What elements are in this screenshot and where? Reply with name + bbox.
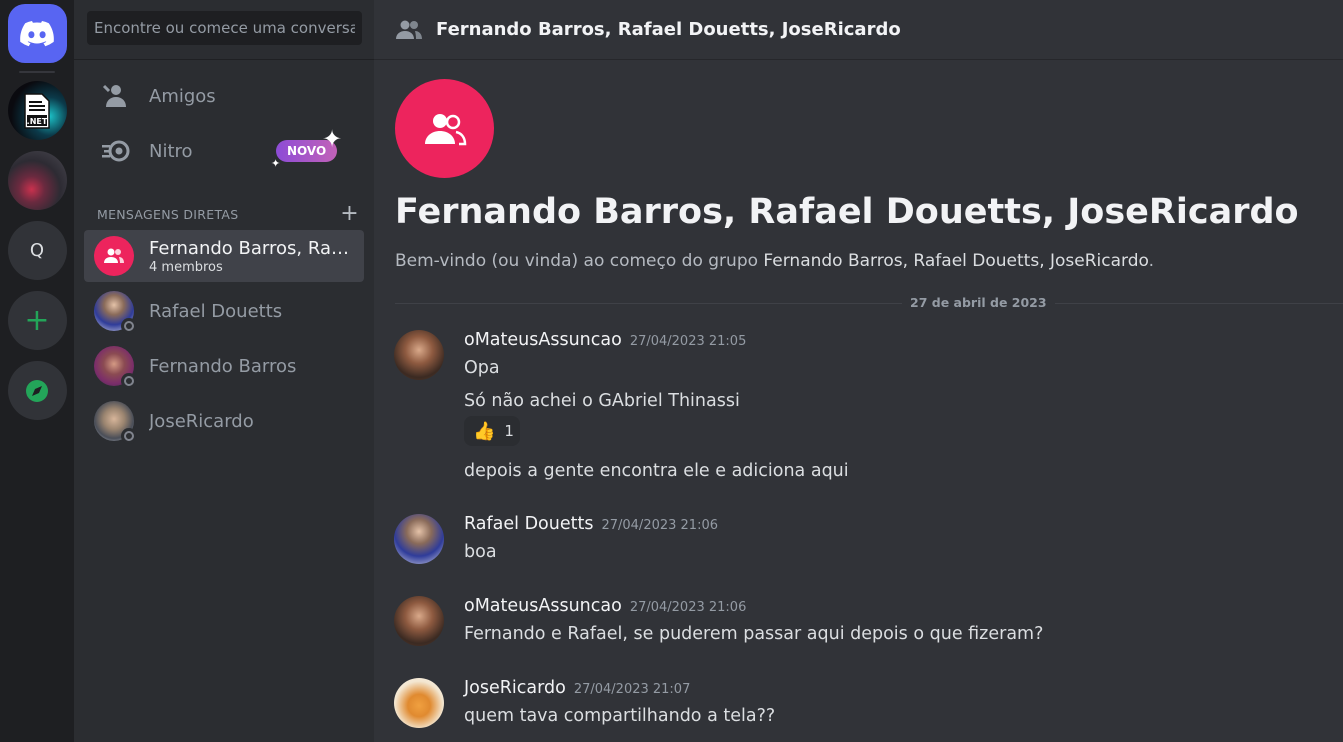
timestamp: 27/04/2023 21:06: [601, 518, 718, 533]
compass-icon: [26, 379, 48, 402]
message-text: Fernando e Rafael, se puderem passar aqu…: [464, 624, 1044, 644]
sparkle-icon: ✦: [322, 125, 343, 153]
avatar: [94, 401, 137, 444]
dm-item-fernando[interactable]: Fernando Barros: [84, 340, 364, 392]
welcome-prefix: Bem-vindo (ou vinda) ao começo do grupo: [395, 251, 764, 271]
plus-icon: +: [24, 302, 50, 338]
message-header: JoseRicardo 27/04/2023 21:07: [464, 678, 690, 698]
server-photo[interactable]: [7, 151, 67, 210]
author-name[interactable]: Rafael Douetts: [464, 514, 593, 534]
author-name[interactable]: oMateusAssuncao: [464, 596, 622, 616]
welcome-title: Fernando Barros, Rafael Douetts, JoseRic…: [395, 192, 1299, 232]
avatar: [94, 346, 137, 389]
offline-status-icon: [121, 318, 137, 334]
author-name[interactable]: oMateusAssuncao: [464, 330, 622, 350]
discord-app: .NET Q + Amigos: [0, 0, 1343, 742]
timestamp: 27/04/2023 21:07: [573, 682, 691, 697]
group-icon: [424, 113, 466, 145]
message-group: oMateusAssuncao 27/04/2023 21:05 Opa Só n…: [394, 330, 1334, 481]
dm-item-rafael[interactable]: Rafael Douetts: [84, 285, 364, 337]
dm-sidebar: Amigos Nitro NOVO ✦ ✦ MENSAGENS DIRETAS …: [74, 0, 374, 742]
offline-status-icon: [121, 428, 137, 444]
timestamp: 27/04/2023 21:05: [629, 334, 747, 349]
message-text: boa: [464, 542, 497, 562]
author-avatar[interactable]: [394, 514, 444, 564]
author-name[interactable]: JoseRicardo: [464, 678, 566, 698]
create-dm-plus-icon[interactable]: +: [340, 203, 359, 225]
message-text: depois a gente encontra ele e adiciona a…: [464, 461, 849, 481]
timestamp: 27/04/2023 21:06: [629, 600, 747, 615]
dm-name: JoseRicardo: [149, 410, 254, 432]
chat-header: Fernando Barros, Rafael Douetts, JoseRic…: [374, 0, 1343, 60]
discord-home-button[interactable]: [7, 4, 67, 63]
author-avatar[interactable]: [394, 596, 444, 646]
message-text: quem tava compartilhando a tela??: [464, 706, 776, 726]
reaction-count: 1: [504, 422, 514, 440]
group-avatar: [94, 236, 134, 276]
discord-logo-icon: [20, 20, 54, 46]
welcome-suffix: .: [1148, 251, 1155, 271]
message-group: JoseRicardo 27/04/2023 21:07 quem tava co…: [394, 678, 1334, 730]
message-text: Opa: [464, 358, 500, 378]
dm-item-jose[interactable]: JoseRicardo: [84, 395, 364, 447]
offline-status-icon: [121, 373, 137, 389]
rail-separator: [19, 71, 55, 73]
dm-section-header: MENSAGENS DIRETAS +: [97, 203, 359, 225]
add-server-button[interactable]: +: [7, 291, 67, 350]
message-group: oMateusAssuncao 27/04/2023 21:06 Fernando…: [394, 596, 1334, 648]
date-divider: [395, 303, 1343, 304]
message-header: oMateusAssuncao 27/04/2023 21:06: [464, 596, 746, 616]
message-header: oMateusAssuncao 27/04/2023 21:05: [464, 330, 746, 350]
nitro-icon: [100, 135, 132, 167]
welcome-group-name: Fernando Barros, Rafael Douetts, JoseRic…: [763, 251, 1149, 271]
dm-group-members: 4 membros: [149, 259, 223, 275]
welcome-subtitle: Bem-vindo (ou vinda) ao começo do grupo …: [395, 251, 1154, 271]
friends-icon: [100, 80, 132, 112]
message-text: Só não achei o GAbriel Thinassi: [464, 391, 740, 411]
chat-main: Fernando Barros, Rafael Douetts, JoseRic…: [374, 0, 1343, 742]
search-input[interactable]: [87, 11, 362, 45]
dm-group-name: Fernando Barros, Rafael Douetts, JoseRic…: [149, 237, 354, 259]
group-members-icon: [396, 20, 422, 39]
dm-item-group[interactable]: Fernando Barros, Rafael Douetts, JoseRic…: [84, 230, 364, 282]
search-bar: [74, 0, 374, 60]
server-rail: .NET Q +: [0, 0, 74, 742]
dotnet-document-icon: .NET: [24, 92, 50, 129]
server-dotnet[interactable]: .NET: [7, 81, 67, 140]
reaction-button[interactable]: 👍 1: [464, 416, 520, 446]
message-header: Rafael Douetts 27/04/2023 21:06: [464, 514, 718, 534]
dm-name: Fernando Barros: [149, 355, 297, 377]
svg-text:.NET: .NET: [27, 117, 48, 126]
nav-nitro[interactable]: Nitro NOVO ✦ ✦: [84, 125, 364, 173]
author-avatar[interactable]: [394, 678, 444, 728]
nav-friends-label: Amigos: [149, 85, 216, 107]
group-icon: [104, 248, 124, 263]
avatar: [94, 291, 137, 334]
date-divider-label: 27 de abril de 2023: [902, 295, 1055, 310]
dm-name: Rafael Douetts: [149, 300, 283, 322]
server-q[interactable]: Q: [7, 221, 67, 280]
sparkle-small-icon: ✦: [271, 157, 281, 170]
message-group: Rafael Douetts 27/04/2023 21:06 boa: [394, 514, 1334, 566]
nav-nitro-label: Nitro: [149, 140, 193, 162]
explore-servers-button[interactable]: [7, 361, 67, 420]
chat-title: Fernando Barros, Rafael Douetts, JoseRic…: [436, 19, 901, 40]
nav-friends[interactable]: Amigos: [84, 74, 364, 118]
thumbs-up-icon: 👍: [473, 420, 496, 442]
dm-header-label: MENSAGENS DIRETAS: [97, 206, 239, 222]
group-avatar-large: [395, 79, 494, 178]
server-q-label: Q: [29, 240, 45, 261]
author-avatar[interactable]: [394, 330, 444, 380]
